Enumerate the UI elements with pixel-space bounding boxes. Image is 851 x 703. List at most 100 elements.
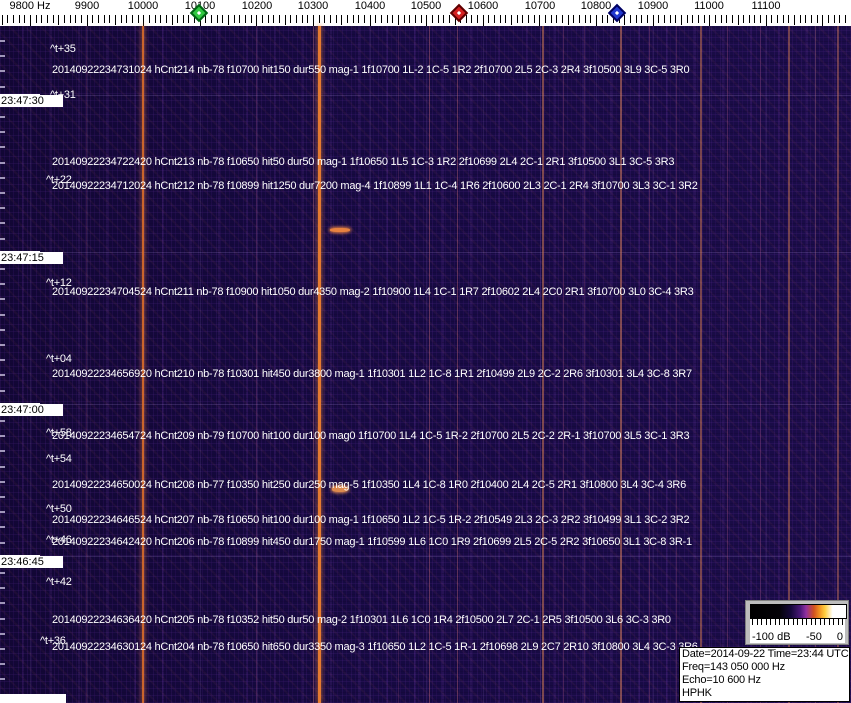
time-label: 23:46:45 [0,556,63,568]
db-label-min: -100 dB [752,631,791,643]
grid-line-vertical [483,26,484,703]
freq-tick [545,15,547,23]
detection-time-marker: ^t+04 [46,353,72,365]
grid-line-vertical [540,26,541,703]
grid-line-vertical [426,26,427,703]
legend-tick [819,619,821,625]
info-station-id: HPHK [682,687,712,699]
freq-tick [46,15,48,23]
grid-line-horizontal [0,556,851,557]
grid-line-vertical [596,26,597,703]
time-minor-tick [0,374,5,377]
freq-tick [58,15,60,25]
db-label-max: 0 [836,631,843,643]
freq-label: 10600 [467,0,499,12]
freq-tick [165,15,167,23]
legend-tick [824,619,825,625]
time-minor-tick [0,663,5,666]
time-minor-tick [0,389,5,392]
detection-log-line: 20140922234712024 hCnt212 nb-78 f10899 h… [52,180,698,192]
freq-tick [346,15,348,23]
freq-tick [714,15,716,23]
time-minor-tick [0,496,5,498]
freq-tick [358,15,360,23]
freq-tick [550,15,552,23]
grid-line-vertical [200,26,201,703]
freq-tick [533,15,535,23]
freq-tick [352,15,354,23]
freq-tick [318,15,320,23]
freq-tick [816,15,818,23]
time-minor-tick [0,116,5,118]
freq-tick [307,15,309,23]
freq-tick [465,15,467,23]
freq-tick [652,15,654,26]
freq-tick [35,15,37,23]
freq-tick [765,15,767,26]
legend-tick [756,619,758,625]
carrier-line [727,26,728,703]
freq-tick [590,15,592,23]
meteor-echo-blob [330,228,350,232]
time-minor-tick [0,328,5,331]
time-minor-tick [0,298,5,301]
freq-label: 10400 [354,0,386,12]
detection-time-marker: ^t+42 [46,576,72,588]
freq-tick [205,15,207,23]
freq-tick [18,15,20,23]
detection-log-line: 20140922234630124 hCnt204 nb-78 f10650 h… [52,641,698,653]
legend-tick [774,619,776,625]
legend-tick [837,619,839,625]
freq-tick [114,15,116,25]
meteor-echo-observer-window: 9800 Hz990010000101001020010300104001050… [0,0,851,703]
time-minor-tick [0,648,5,650]
freq-tick [437,15,439,23]
legend-tick [779,619,780,625]
time-minor-tick [0,617,5,620]
time-minor-tick [0,465,5,468]
freq-tick [629,15,631,23]
time-minor-tick [0,85,5,88]
legend-tick [765,619,767,625]
freq-tick [726,15,728,23]
carrier-line [620,26,622,703]
freq-tick [692,15,694,23]
freq-tick [596,15,597,26]
time-minor-tick [0,207,5,210]
legend-tick [797,619,798,625]
frequency-axis: 9800 Hz990010000101001020010300104001050… [0,0,851,26]
legend-tick [788,619,789,625]
legend-tick [801,619,803,625]
time-minor-tick [0,480,5,483]
freq-tick [777,15,779,23]
grid-line-vertical [257,26,258,703]
freq-tick [771,15,773,23]
freq-tick [409,15,411,23]
freq-tick [143,15,145,26]
time-minor-tick [0,161,5,164]
grid-line-horizontal [0,404,851,405]
freq-tick [375,15,377,23]
freq-tick [7,15,9,23]
freq-label: 11000 [694,0,724,12]
freq-tick [828,15,830,23]
freq-tick [839,15,841,23]
freq-tick [505,15,507,23]
freq-tick [30,15,31,26]
freq-tick [607,15,609,23]
freq-tick [669,15,671,23]
legend-tick [761,619,762,625]
freq-tick [296,15,298,23]
grid-line-vertical [87,26,88,703]
carrier-line [313,26,314,703]
freq-tick [448,15,450,23]
freq-tick [273,15,275,23]
freq-tick [188,15,190,23]
freq-tick [522,15,524,23]
freq-tick [743,15,745,23]
detection-log-line: 20140922234642420 hCnt206 nb-78 f10899 h… [52,536,692,548]
freq-label: 10800 [580,0,612,12]
freq-tick [403,15,405,23]
freq-tick [256,15,258,26]
freq-tick [171,15,173,25]
